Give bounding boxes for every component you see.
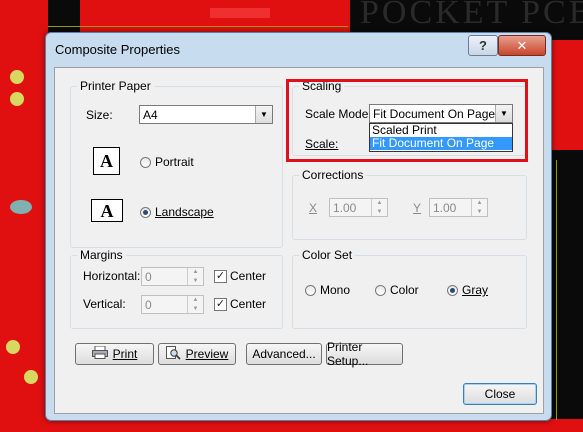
title-bar[interactable]: Composite Properties ? ✕ (46, 33, 551, 63)
printer-setup-button-label: Printer Setup... (327, 340, 369, 368)
horizontal-center-label[interactable]: Center (230, 269, 266, 283)
annotation-highlight-box (286, 79, 528, 162)
print-button[interactable]: Print (75, 343, 154, 365)
spin-up-icon[interactable]: ▲ (188, 268, 203, 277)
pcb-pad (6, 340, 20, 354)
margins-group: Margins Horizontal: 0 ▲ ▼ ✓ Center Vertic… (70, 248, 283, 329)
help-button[interactable]: ? (468, 35, 498, 56)
printer-icon (91, 345, 108, 362)
window-close-button[interactable]: ✕ (498, 35, 546, 56)
spin-up-icon[interactable]: ▲ (188, 296, 203, 305)
pcb-copper-right (551, 40, 583, 150)
landscape-page-icon: A (91, 199, 123, 222)
spin-down-icon[interactable]: ▼ (188, 305, 203, 314)
spin-up-icon[interactable]: ▲ (472, 199, 487, 208)
preview-button[interactable]: Preview (158, 343, 236, 365)
vertical-margin-value: 0 (145, 298, 152, 312)
portrait-radio[interactable] (140, 157, 151, 168)
advanced-button-label: Advanced... (252, 347, 316, 361)
portrait-page-icon: A (93, 147, 120, 175)
advanced-button[interactable]: Advanced... (246, 343, 322, 365)
vertical-center-checkbox[interactable]: ✓ (214, 298, 227, 311)
size-value: A4 (143, 108, 158, 122)
gray-label[interactable]: Gray (462, 283, 488, 297)
margins-legend: Margins (77, 248, 126, 262)
pcb-track (556, 160, 557, 420)
x-label: X (309, 201, 318, 215)
close-button[interactable]: Close (463, 383, 537, 405)
spin-down-icon[interactable]: ▼ (472, 208, 487, 217)
size-combobox[interactable]: A4 ▼ (139, 105, 273, 124)
printer-paper-group: Printer Paper Size: A4 ▼ A Portrait A La… (70, 79, 283, 248)
color-radio[interactable] (375, 285, 386, 296)
color-set-group: Color Set Mono Color Gray (292, 248, 527, 329)
preview-button-label: Preview (185, 347, 229, 361)
pcb-track (48, 26, 348, 27)
printer-setup-button[interactable]: Printer Setup... (326, 340, 403, 368)
horizontal-center-checkbox[interactable]: ✓ (214, 270, 227, 283)
vertical-label: Vertical: (83, 297, 126, 311)
color-set-legend: Color Set (299, 248, 356, 262)
x-correction-spinner[interactable]: 1.00 ▲ ▼ (329, 198, 388, 217)
pcb-pad (24, 370, 38, 384)
x-correction-value: 1.00 (333, 201, 357, 215)
portrait-label[interactable]: Portrait (155, 155, 194, 169)
pcb-silkscreen-text: POCKET PCB (360, 0, 583, 31)
pcb-pad (10, 70, 24, 84)
spin-down-icon[interactable]: ▼ (188, 277, 203, 286)
chevron-down-icon[interactable]: ▼ (255, 106, 272, 123)
gray-radio[interactable] (447, 285, 458, 296)
y-label: Y (413, 201, 422, 215)
landscape-radio[interactable] (140, 207, 151, 218)
size-label: Size: (86, 108, 113, 122)
pcb-trace (210, 8, 270, 18)
printer-paper-legend: Printer Paper (77, 79, 154, 93)
corrections-group: Corrections X 1.00 ▲ ▼ Y 1.00 ▲ ▼ (292, 168, 527, 240)
vertical-center-label[interactable]: Center (230, 297, 266, 311)
window-title: Composite Properties (55, 42, 180, 57)
y-correction-value: 1.00 (433, 201, 457, 215)
y-correction-spinner[interactable]: 1.00 ▲ ▼ (429, 198, 488, 217)
spin-down-icon[interactable]: ▼ (372, 208, 387, 217)
mono-radio[interactable] (305, 285, 316, 296)
pcb-pad (10, 200, 32, 214)
horizontal-margin-value: 0 (145, 270, 152, 284)
close-button-label: Close (484, 387, 516, 401)
horizontal-label: Horizontal: (83, 269, 141, 283)
pcb-copper-left (0, 0, 48, 432)
spin-up-icon[interactable]: ▲ (372, 199, 387, 208)
print-button-label: Print (112, 347, 138, 361)
corrections-legend: Corrections (299, 168, 367, 182)
color-label[interactable]: Color (390, 283, 419, 297)
magnifier-icon (165, 345, 181, 363)
mono-label[interactable]: Mono (320, 283, 350, 297)
horizontal-margin-spinner[interactable]: 0 ▲ ▼ (141, 267, 204, 286)
vertical-margin-spinner[interactable]: 0 ▲ ▼ (141, 295, 204, 314)
pcb-pad (10, 92, 24, 106)
landscape-label[interactable]: Landscape (155, 205, 214, 219)
